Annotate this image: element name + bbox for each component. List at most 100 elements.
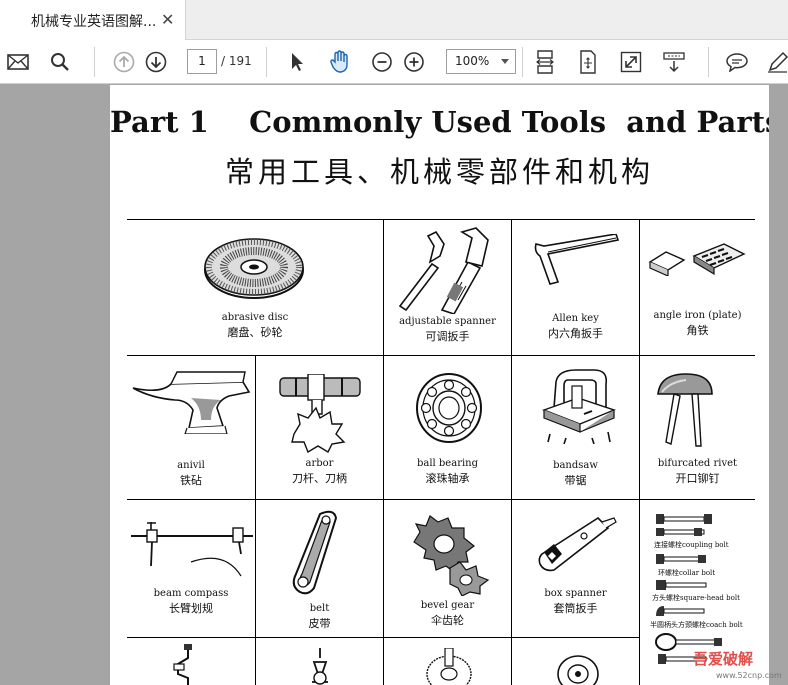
bolt-label: 半圆柄头方颈螺栓coach bolt: [650, 621, 743, 629]
page-title-english: Part 1 Commonly Used Tools and Parts: [110, 105, 769, 139]
abrasive-disc-image: [204, 238, 304, 299]
grid-cell: ball bearing 滚珠轴承: [384, 356, 512, 500]
item-label-en: ball bearing: [416, 458, 479, 469]
fit-page-icon[interactable]: [574, 48, 602, 76]
beam-compass-image: [131, 522, 253, 577]
grid-cell: [127, 638, 256, 685]
grid-cell: bifurcated rivet 开口铆钉: [640, 356, 755, 500]
item-label-en: belt: [309, 603, 330, 614]
tools-grid: abrasive disc 磨盘、砂轮 adjustable spanner 可…: [127, 219, 755, 685]
item-label-cn: 滚珠轴承: [425, 472, 470, 485]
item-label-en: Allen key: [552, 313, 599, 324]
item-label-cn: 刀杆、刀柄: [292, 472, 347, 485]
watermark-text: 吾爱破解: [693, 650, 754, 668]
watermark-url: www.52cnp.com: [716, 671, 782, 680]
arbor-image: [279, 374, 361, 454]
hand-tool-icon[interactable]: [326, 48, 354, 76]
tab-bar: 机械专业英语图解... ✕: [0, 0, 788, 40]
page-total: / 191: [221, 54, 252, 68]
item-label-en: anivil: [177, 460, 205, 471]
zoom-select[interactable]: 100%: [446, 49, 516, 74]
pdf-page: Part 1 Commonly Used Tools and Parts 常用工…: [110, 85, 769, 685]
item-label-en: arbor: [305, 458, 334, 469]
bolt-label: 连接螺栓coupling bolt: [654, 541, 729, 549]
tool-image: [312, 648, 328, 685]
item-label-en: beam compass: [153, 588, 229, 599]
item-label-cn: 伞齿轮: [431, 614, 464, 627]
adjustable-spanner-image: [398, 227, 489, 314]
item-label-en: bevel gear: [420, 600, 475, 611]
angle-iron-image: [648, 243, 746, 276]
item-label-cn: 角铁: [686, 324, 709, 337]
item-label-cn: 铁砧: [180, 474, 202, 487]
grid-cell: [384, 638, 512, 685]
toolbar: 1 / 191 100%: [0, 40, 788, 84]
item-label-cn: 磨盘、砂轮: [227, 326, 283, 339]
zoom-out-icon[interactable]: [368, 48, 396, 76]
grid-cell: belt 皮带: [256, 500, 384, 638]
document-viewport[interactable]: Part 1 Commonly Used Tools and Parts 常用工…: [0, 85, 788, 685]
item-label-cn: 带锯: [564, 474, 587, 487]
item-label-cn: 长臂划规: [169, 602, 213, 615]
belt-image: [292, 510, 338, 595]
item-label-cn: 套筒扳手: [553, 602, 598, 615]
grid-cell: abrasive disc 磨盘、砂轮: [127, 220, 384, 356]
item-label-cn: 内六角扳手: [548, 327, 603, 340]
page-title-chinese: 常用工具、机械零部件和机构: [224, 155, 654, 189]
brake-disc-image: [557, 655, 599, 685]
brace-drill-image: [173, 644, 192, 685]
ball-bearing-image: [416, 373, 482, 443]
item-label-en: adjustable spanner: [399, 316, 496, 327]
select-cursor-icon[interactable]: [283, 48, 311, 76]
collar-bolt-image: [656, 554, 706, 564]
allen-key-image: [534, 234, 620, 285]
grid-cell: [256, 638, 384, 685]
coach-bolt-image: [656, 606, 705, 616]
document-tab[interactable]: 机械专业英语图解... ✕: [0, 0, 186, 40]
item-label-en: angle iron (plate): [653, 310, 742, 321]
close-tab-icon[interactable]: ✕: [161, 10, 174, 29]
grid-cell: anivil 铁砧: [127, 356, 256, 500]
pen-icon[interactable]: [764, 48, 788, 76]
email-icon[interactable]: [4, 48, 32, 76]
grid-cell: adjustable spanner 可调扳手: [384, 220, 512, 356]
bifurcated-rivet-image: [657, 373, 713, 447]
square-head-bolt-image: [656, 580, 707, 590]
bevel-gear-image: [413, 515, 490, 596]
search-icon[interactable]: [46, 48, 74, 76]
grid-cell: arbor 刀杆、刀柄: [256, 356, 384, 500]
next-page-icon[interactable]: [142, 48, 170, 76]
grid-cell: beam compass 长臂划规: [127, 500, 256, 638]
scrollbar[interactable]: [769, 85, 788, 685]
anvil-image: [132, 371, 251, 434]
comment-icon[interactable]: [723, 48, 751, 76]
item-label-cn: 皮带: [308, 617, 331, 630]
grid-cell: angle iron (plate) 角铁: [640, 220, 755, 356]
item-label-cn: 开口铆钉: [675, 472, 720, 485]
coupling-bolt-image: [656, 514, 712, 536]
item-label-en: bifurcated rivet: [657, 458, 738, 469]
previous-page-icon[interactable]: [110, 48, 138, 76]
brush-wheel-image: [426, 648, 472, 685]
grid-cell: bandsaw 带锯: [512, 356, 640, 500]
bolt-label: 环螺栓collar bolt: [658, 569, 716, 577]
tab-title: 机械专业英语图解...: [31, 14, 157, 30]
bandsaw-image: [541, 369, 617, 444]
item-label-en: bandsaw: [553, 460, 598, 471]
fullscreen-icon[interactable]: [617, 48, 645, 76]
grid-cell: [512, 638, 640, 685]
zoom-value: 100%: [455, 54, 490, 68]
bolt-label: 方头螺栓square-head bolt: [652, 594, 740, 602]
grid-cell: box spanner 套筒扳手: [512, 500, 640, 638]
item-label-en: abrasive disc: [221, 312, 289, 323]
zoom-in-icon[interactable]: [400, 48, 428, 76]
item-label-cn: 可调扳手: [425, 330, 470, 343]
grid-cell: Allen key 内六角扳手: [512, 220, 640, 356]
chevron-down-icon: [501, 59, 509, 64]
scroll-mode-icon[interactable]: [660, 48, 688, 76]
page-number-input[interactable]: 1: [187, 49, 217, 74]
item-label-en: box spanner: [544, 588, 607, 599]
box-spanner-image: [538, 516, 617, 572]
fit-width-icon[interactable]: [531, 48, 559, 76]
grid-cell: bevel gear 伞齿轮: [384, 500, 512, 638]
